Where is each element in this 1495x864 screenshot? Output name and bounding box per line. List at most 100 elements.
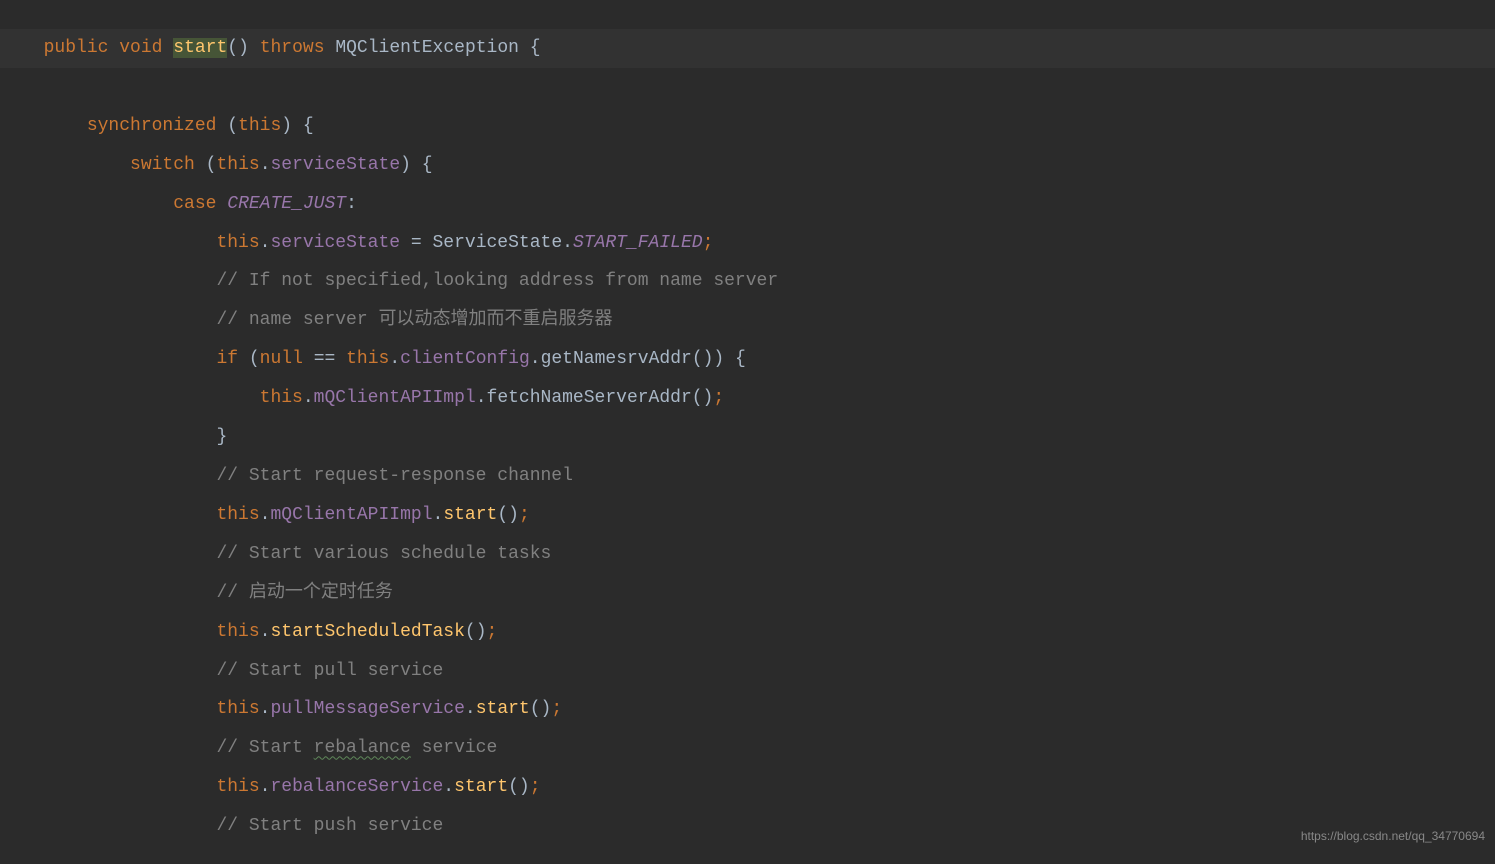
indent [22,233,216,253]
indent [22,38,44,58]
indent [22,271,216,291]
dot: . [260,233,271,253]
code-editor[interactable]: public void start() throws MQClientExcep… [0,0,1495,846]
comment: // name server 可以动态增加而不重启服务器 [216,310,612,330]
field-serviceState: serviceState [271,155,401,175]
indent [22,349,216,369]
watermark: https://blog.csdn.net/qq_34770694 [1301,817,1485,856]
comment: // Start request-response channel [216,466,572,486]
code-line: this.pullMessageService.start(); [22,690,1495,729]
semicolon: ; [519,505,530,525]
code-line-comment: // Start request-response channel [22,457,1495,496]
method-getNamesrvAddr: getNamesrvAddr [541,349,692,369]
method-fetchNameServerAddr: fetchNameServerAddr [487,388,692,408]
method-startScheduledTask: startScheduledTask [270,622,464,642]
semicolon: ; [530,777,541,797]
code-line: this.mQClientAPIImpl.fetchNameServerAddr… [22,379,1495,418]
indent [22,427,216,447]
indent [22,505,216,525]
indent [22,310,216,330]
dot: . [303,388,314,408]
parens: () [497,505,519,525]
operator-assign: = [400,233,432,253]
method-start: start [476,699,530,719]
comment-text-c: service [411,738,497,758]
dot: . [260,777,271,797]
comment: // Start push service [216,816,443,836]
code-line-comment: // If not specified,looking address from… [22,262,1495,301]
indent [22,388,260,408]
indent [22,699,216,719]
keyword-this: this [346,349,389,369]
method-name: start [173,38,227,58]
dot: . [443,777,454,797]
indent [22,583,216,603]
comment: // Start rebalance service [216,738,497,758]
keyword-if: if [216,349,238,369]
semicolon: ; [551,699,562,719]
dot: . [260,155,271,175]
code-line: this.serviceState = ServiceState.START_F… [22,224,1495,263]
method-start: start [443,505,497,525]
semicolon: ; [713,388,724,408]
parens: () [508,777,530,797]
indent [22,622,216,642]
comment-text-a: // Start [216,738,313,758]
keyword-this: this [216,505,259,525]
brace-close: } [216,427,227,447]
code-line-comment: // 启动一个定时任务 [22,574,1495,613]
indent [22,466,216,486]
dot: . [562,233,573,253]
code-line: switch (this.serviceState) { [22,146,1495,185]
code-line-comment: // Start pull service [22,652,1495,691]
indent [22,661,216,681]
operator-eq: == [303,349,346,369]
brace: { [422,155,433,175]
keyword-this: this [216,777,259,797]
comment: // Start pull service [216,661,443,681]
paren-open: ( [227,116,238,136]
keyword-public: public [44,38,109,58]
keyword-this: this [238,116,281,136]
dot: . [530,349,541,369]
dot: . [260,505,271,525]
field-pullMessageService: pullMessageService [270,699,464,719]
brace: { [735,349,746,369]
paren-open: ( [206,155,217,175]
indent [22,155,130,175]
field-clientConfig: clientConfig [400,349,530,369]
field-mQClientAPIImpl: mQClientAPIImpl [314,388,476,408]
code-line: synchronized (this) { [22,107,1495,146]
keyword-this: this [260,388,303,408]
dot: . [389,349,400,369]
code-line: this.mQClientAPIImpl.start(); [22,496,1495,535]
indent [22,738,216,758]
paren-open: ( [249,349,260,369]
field-serviceState: serviceState [270,233,400,253]
colon: : [346,194,357,214]
comment: // If not specified,looking address from… [216,271,778,291]
keyword-this: this [216,233,259,253]
code-line: this.startScheduledTask(); [22,613,1495,652]
comment: // Start various schedule tasks [216,544,551,564]
dot: . [476,388,487,408]
field-rebalanceService: rebalanceService [270,777,443,797]
keyword-throws: throws [260,38,325,58]
paren-close: ) [281,116,292,136]
keyword-this: this [216,699,259,719]
keyword-case: case [173,194,216,214]
code-line-blank [22,68,1495,107]
exception-type: MQClientException [335,38,519,58]
dot: . [260,699,271,719]
indent [22,116,87,136]
keyword-void: void [119,38,162,58]
comment: // 启动一个定时任务 [216,583,392,603]
field-mQClientAPIImpl: mQClientAPIImpl [270,505,432,525]
semicolon: ; [703,233,714,253]
method-start: start [454,777,508,797]
dot: . [260,622,271,642]
constant-start-failed: START_FAILED [573,233,703,253]
class-ServiceState: ServiceState [433,233,563,253]
indent [22,194,173,214]
keyword-switch: switch [130,155,195,175]
